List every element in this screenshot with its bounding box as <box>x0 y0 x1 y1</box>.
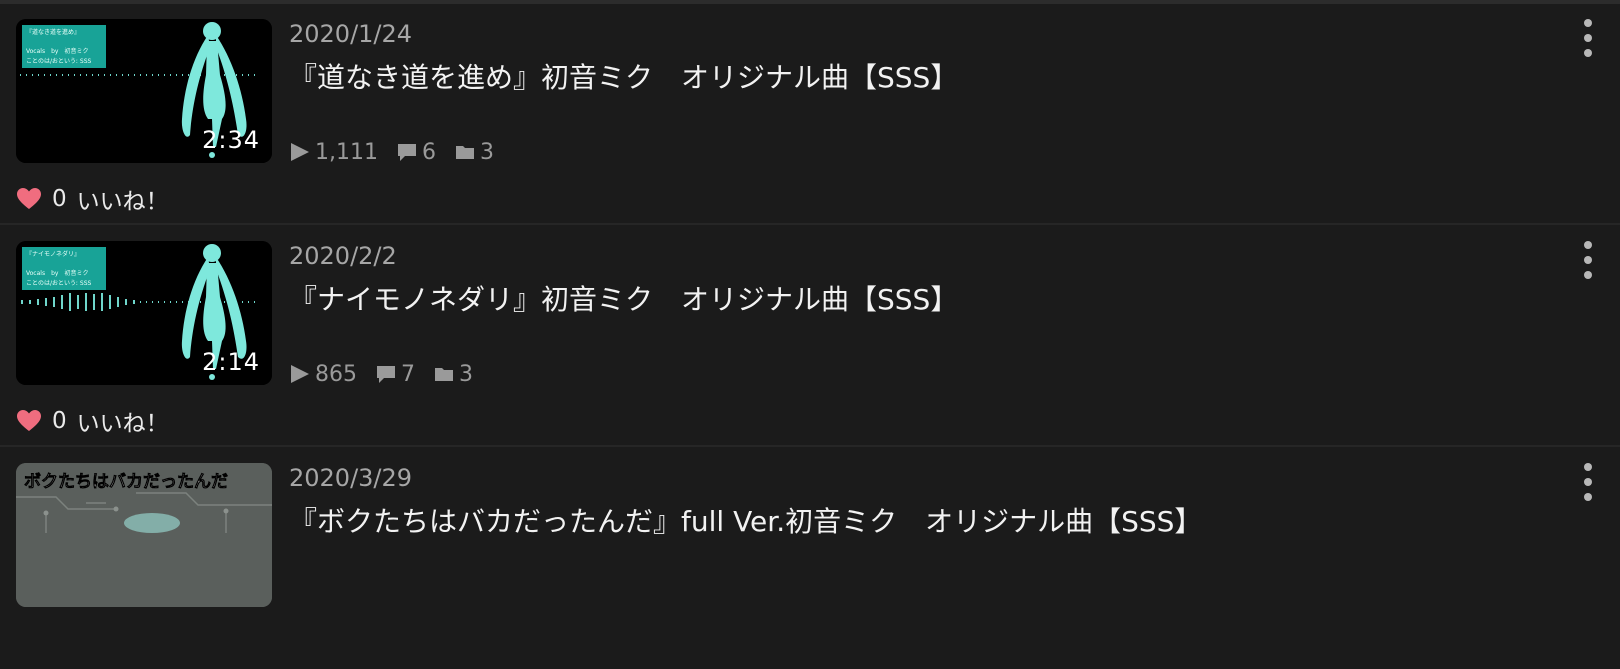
like-count: 0 <box>52 186 67 212</box>
view-count: 1,111 <box>289 140 378 165</box>
video-stats: 1,111 6 3 <box>289 137 512 167</box>
like-label: いいね！ <box>76 189 169 215</box>
svg-text:『ナイモノネダリ』: 『ナイモノネダリ』 <box>26 250 80 258</box>
like-label: いいね！ <box>76 411 169 437</box>
thumbnail-art: ボクたちはバカだったんだ <box>16 463 272 607</box>
like-count: 0 <box>52 408 67 434</box>
play-icon <box>291 143 309 161</box>
more-options-button[interactable] <box>1578 463 1598 501</box>
more-dot <box>1584 478 1592 486</box>
more-vertical-icon <box>1584 463 1592 471</box>
comment-count: 7 <box>375 362 415 387</box>
comment-count-value: 6 <box>421 139 436 165</box>
comment-icon <box>397 144 416 161</box>
heart-icon <box>17 410 41 431</box>
video-duration: 2:14 <box>202 348 260 376</box>
svg-text:ことのは/おというː SSS: ことのは/おというː SSS <box>26 280 92 287</box>
more-vertical-icon <box>1584 241 1592 249</box>
play-icon <box>291 365 309 383</box>
video-thumbnail[interactable]: 『道なき道を進め』 Vocals by 初音ミク ことのは/おというː SSS … <box>16 19 272 163</box>
thumbnail-caption: ボクたちはバカだったんだ <box>24 472 228 492</box>
more-dot <box>1584 271 1592 279</box>
folder-icon <box>435 368 453 381</box>
comment-count-value: 7 <box>401 361 415 387</box>
video-duration: 2:34 <box>202 126 260 154</box>
more-options-button[interactable] <box>1578 19 1598 57</box>
mylist-count: 3 <box>433 362 473 387</box>
view-count-value: 1,111 <box>315 139 378 165</box>
video-title[interactable]: 『ナイモノネダリ』初音ミク オリジナル曲【SSS】 <box>289 278 958 318</box>
video-stats: 865 7 3 <box>289 359 491 389</box>
svg-text:Vocals by 初音ミク: Vocals by 初音ミク <box>26 47 88 55</box>
video-title[interactable]: 『道なき道を進め』初音ミク オリジナル曲【SSS】 <box>289 56 958 96</box>
more-dot <box>1584 34 1592 42</box>
more-dot <box>1584 49 1592 57</box>
video-date: 2020/1/24 <box>289 20 413 48</box>
svg-text:Vocals by 初音ミク: Vocals by 初音ミク <box>26 269 88 277</box>
mylist-count: 3 <box>454 140 494 165</box>
comment-count: 6 <box>396 140 436 165</box>
video-item[interactable]: ボクたちはバカだったんだ 2020/3/29 『ボクたちはバカだったんだ』ful… <box>0 447 1620 669</box>
view-count: 865 <box>289 362 357 387</box>
video-item[interactable]: 『ナイモノネダリ』 Vocals by 初音ミク ことのは/おというː SSS <box>0 225 1620 447</box>
like-button[interactable]: 0 いいね！ <box>16 404 169 438</box>
video-thumbnail[interactable]: 『ナイモノネダリ』 Vocals by 初音ミク ことのは/おというː SSS <box>16 241 272 385</box>
mylist-count-value: 3 <box>459 361 473 387</box>
video-item[interactable]: 『道なき道を進め』 Vocals by 初音ミク ことのは/おというː SSS … <box>0 3 1620 225</box>
heart-icon <box>17 188 41 209</box>
comment-icon <box>377 366 395 383</box>
view-count-value: 865 <box>315 361 357 387</box>
video-date: 2020/3/29 <box>289 464 413 492</box>
video-title[interactable]: 『ボクたちはバカだったんだ』full Ver.初音ミク オリジナル曲【SSS】 <box>289 500 1202 540</box>
svg-text:『道なき道を進め』: 『道なき道を進め』 <box>26 28 80 36</box>
video-date: 2020/2/2 <box>289 242 397 270</box>
svg-text:ことのは/おというː SSS: ことのは/おというː SSS <box>26 58 92 65</box>
more-dot <box>1584 493 1592 501</box>
folder-icon <box>455 146 474 159</box>
more-dot <box>1584 256 1592 264</box>
mylist-count-value: 3 <box>479 139 494 165</box>
more-options-button[interactable] <box>1578 241 1598 279</box>
video-thumbnail[interactable]: ボクたちはバカだったんだ <box>16 463 272 607</box>
like-button[interactable]: 0 いいね！ <box>16 182 169 216</box>
more-vertical-icon <box>1584 19 1592 27</box>
